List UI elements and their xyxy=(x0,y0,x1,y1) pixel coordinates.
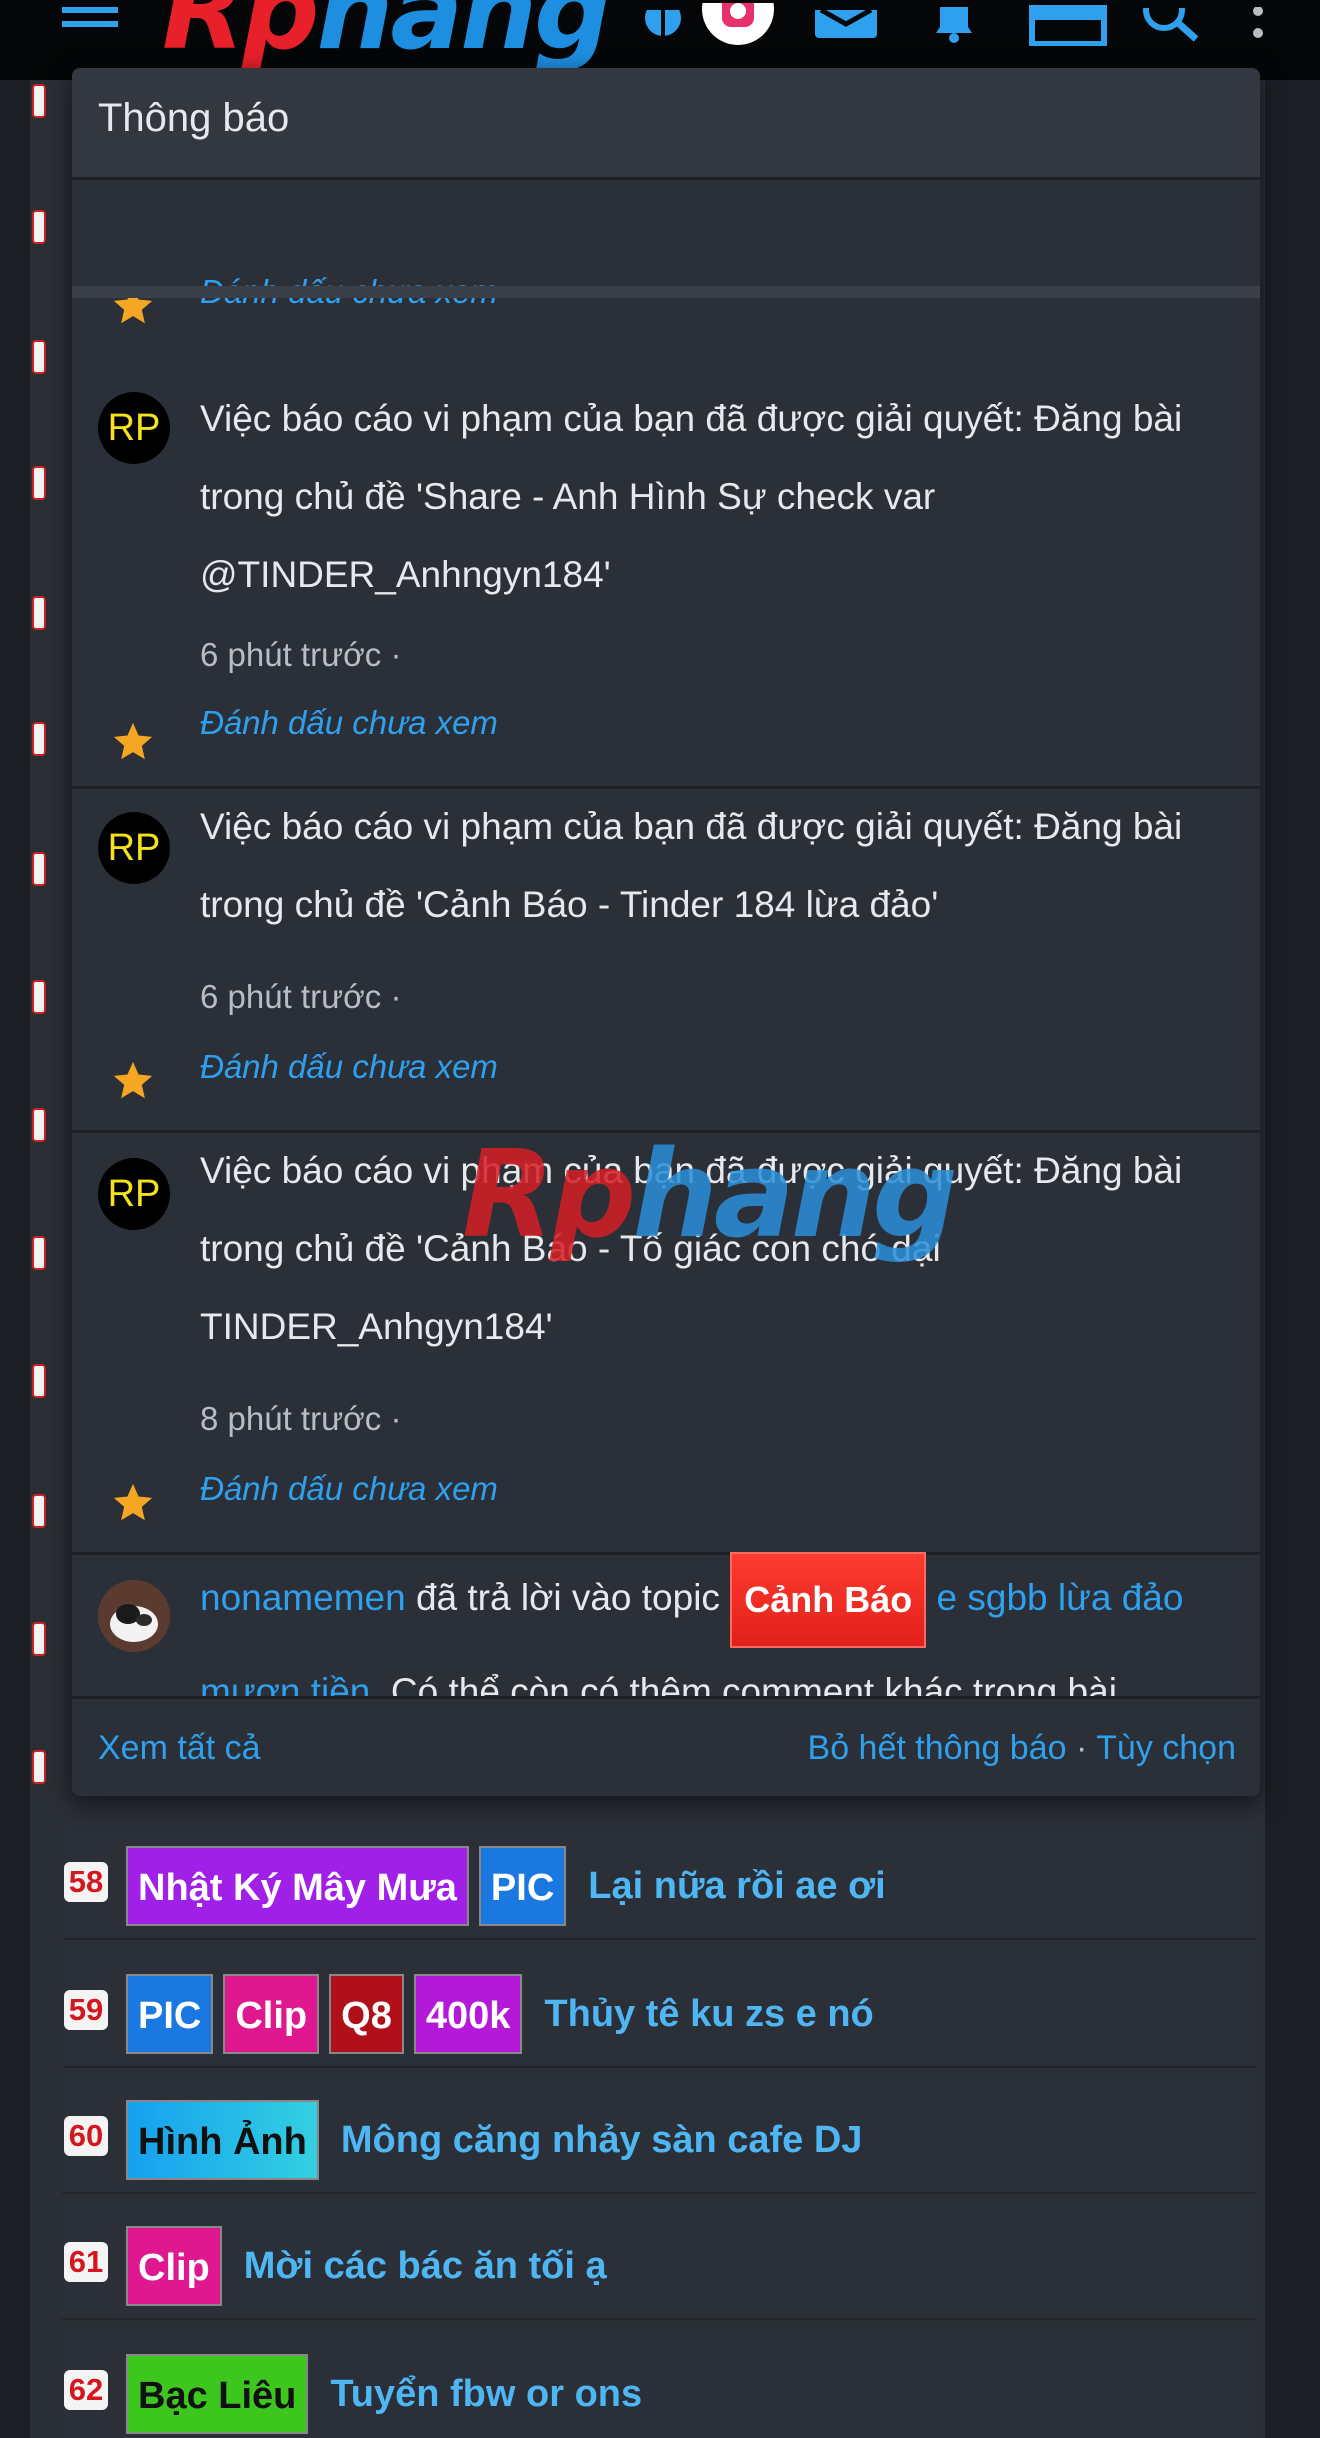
popup-title: Thông báo xyxy=(98,96,290,140)
footer-actions: Bỏ hết thông báo · Tùy chọn xyxy=(808,1729,1236,1768)
options-link[interactable]: Tùy chọn xyxy=(1096,1729,1236,1767)
topic-tag[interactable]: Nhật Ký Mây Mưa xyxy=(126,1846,469,1926)
popup-header: Thông báo xyxy=(72,68,1260,180)
star-icon[interactable] xyxy=(110,1480,156,1526)
topic-tag[interactable]: 400k xyxy=(413,1974,523,2054)
hidden-row-badge xyxy=(32,210,46,244)
notification-text[interactable]: Việc báo cáo vi phạm của bạn đã được giả… xyxy=(200,788,1240,944)
popup-footer: Xem tất cả Bỏ hết thông báo · Tùy chọn xyxy=(72,1696,1260,1796)
instagram-icon[interactable] xyxy=(700,0,776,50)
star-icon[interactable] xyxy=(110,1058,156,1104)
site-logo[interactable]: Rphang xyxy=(162,0,611,66)
topic-rank-badge: 61 xyxy=(64,2242,108,2282)
topic-tag[interactable]: Q8 xyxy=(329,1974,404,2054)
topic-row[interactable]: 59 PIC Clip Q8 400k Thủy tê ku zs e nó xyxy=(62,1948,1257,2068)
mark-unread-link[interactable]: Đánh dấu chưa xem xyxy=(200,704,498,742)
search-icon[interactable] xyxy=(1138,0,1202,50)
hidden-row-badge xyxy=(32,1108,46,1142)
notification-time: 8 phút trước · xyxy=(200,1400,402,1437)
avatar[interactable]: RP xyxy=(98,1158,170,1230)
hidden-row-badge xyxy=(32,980,46,1014)
footer-separator: · xyxy=(1066,1729,1097,1767)
avatar[interactable]: RP xyxy=(98,812,170,884)
logo-part-red: Rp xyxy=(162,0,319,74)
gift-icon[interactable] xyxy=(1028,0,1108,50)
reply-topic-tag[interactable]: Cảnh Báo xyxy=(730,1552,927,1648)
hidden-row-badge xyxy=(32,84,46,118)
topic-title[interactable]: Thủy tê ku zs e nó xyxy=(544,1974,873,2054)
bell-icon[interactable] xyxy=(924,0,984,50)
topic-rank-badge: 59 xyxy=(64,1990,108,2030)
topic-title[interactable]: Mời các bác ăn tối ạ xyxy=(244,2226,607,2306)
hidden-row-badge xyxy=(32,1236,46,1270)
mark-unread-link[interactable]: Đánh dấu chưa xem xyxy=(200,1048,498,1086)
topic-row[interactable]: 60 Hình Ảnh Mông căng nhảy sàn cafe DJ xyxy=(62,2074,1257,2194)
topic-title[interactable]: Mông căng nhảy sàn cafe DJ xyxy=(341,2100,863,2180)
hidden-row-badge xyxy=(32,340,46,374)
topic-tag[interactable]: Clip xyxy=(223,1974,320,2054)
view-all-link[interactable]: Xem tất cả xyxy=(98,1729,261,1768)
hidden-row-badge xyxy=(32,1364,46,1398)
topic-tag[interactable]: Bạc Liêu xyxy=(126,2354,309,2434)
dismiss-all-link[interactable]: Bỏ hết thông báo xyxy=(808,1729,1067,1767)
hidden-row-badge xyxy=(32,1750,46,1784)
hidden-row-badge xyxy=(32,722,46,756)
topic-row[interactable]: 58 Nhật Ký Mây Mưa PIC Lại nữa rồi ae ơi xyxy=(62,1820,1257,1940)
notification-text[interactable]: Việc báo cáo vi phạm của bạn đã được giả… xyxy=(200,380,1240,614)
topic-rank-badge: 60 xyxy=(64,2116,108,2156)
hidden-row-badge xyxy=(32,596,46,630)
notification-time: 6 phút trước · xyxy=(200,636,402,673)
dark-mode-icon[interactable] xyxy=(638,0,688,50)
user-avatar[interactable] xyxy=(98,1580,170,1652)
topic-title[interactable]: Tuyển fbw or ons xyxy=(330,2354,642,2434)
topic-tag[interactable]: PIC xyxy=(126,1974,214,2054)
avatar[interactable]: RP xyxy=(98,392,170,464)
notification-item[interactable]: RP Việc báo cáo vi phạm của bạn đã được … xyxy=(72,788,1260,1132)
reply-user-link[interactable]: nonamemen xyxy=(200,1577,406,1618)
topic-row[interactable]: 62 Bạc Liêu Tuyển fbw or ons xyxy=(62,2328,1257,2438)
hidden-row-badge xyxy=(32,1622,46,1656)
topic-title[interactable]: Lại nữa rồi ae ơi xyxy=(588,1846,885,1926)
topic-tag[interactable]: Hình Ảnh xyxy=(126,2100,319,2180)
divider xyxy=(72,286,1260,298)
watermark-part-red: Rp xyxy=(462,1126,636,1265)
star-icon[interactable] xyxy=(110,719,156,765)
watermark-logo: Rphang xyxy=(462,1136,958,1256)
hidden-row-badge xyxy=(32,466,46,500)
topic-rank-badge: 62 xyxy=(64,2370,108,2410)
topic-rank-badge: 58 xyxy=(64,1862,108,1902)
hidden-row-badge xyxy=(32,1494,46,1528)
topic-row[interactable]: 61 Clip Mời các bác ăn tối ạ xyxy=(62,2200,1257,2320)
watermark-part-blue: hang xyxy=(632,1126,958,1265)
logo-part-blue: hang xyxy=(316,0,611,74)
inbox-icon[interactable] xyxy=(814,0,878,50)
notifications-popup: Thông báo Đánh dấu chưa xem RP Việc báo … xyxy=(72,68,1260,1796)
mark-unread-link[interactable]: Đánh dấu chưa xem xyxy=(200,1470,498,1508)
topic-tag[interactable]: PIC xyxy=(478,1846,567,1926)
hidden-row-badge xyxy=(32,852,46,886)
notification-item[interactable]: nonamemen đã trả lời vào topic Cảnh Báo … xyxy=(72,1552,1260,1712)
topic-tag[interactable]: Clip xyxy=(126,2226,222,2306)
notification-time: 6 phút trước · xyxy=(200,978,402,1015)
more-vertical-icon[interactable] xyxy=(1240,0,1276,50)
menu-icon[interactable] xyxy=(60,0,120,50)
notification-item[interactable]: RP Việc báo cáo vi phạm của bạn đã được … xyxy=(72,298,1260,760)
reply-action-text: đã trả lời vào topic xyxy=(405,1576,731,1618)
